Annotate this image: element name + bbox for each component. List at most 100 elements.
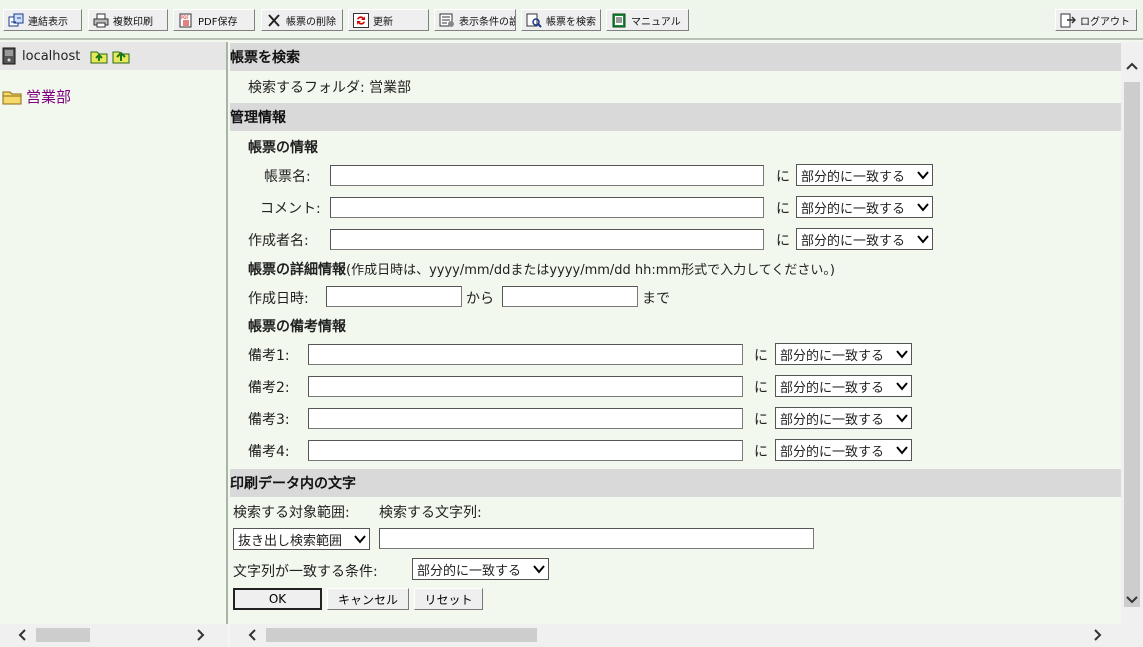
created-from-input[interactable] (326, 286, 462, 307)
display-settings-button[interactable]: 表示条件の設定 (434, 9, 516, 31)
search-range-select[interactable]: 抜き出し検索範囲 (233, 528, 370, 550)
detail-info-title: 帳票の詳細情報 (248, 262, 346, 278)
svg-text:PDF: PDF (181, 15, 189, 20)
ni-label: に (754, 444, 768, 460)
ni-label: に (754, 380, 768, 396)
chevron-down-icon (896, 350, 908, 359)
comment-match-select[interactable]: 部分的に一致する (796, 196, 933, 218)
remark1-label: 備考1: (248, 348, 290, 364)
server-name: localhost (22, 48, 81, 64)
search-section-header: 帳票を検索 (230, 43, 1121, 71)
remark4-label: 備考4: (248, 444, 290, 460)
remark1-match-select[interactable]: 部分的に一致する (775, 343, 912, 365)
remark3-label: 備考3: (248, 412, 290, 428)
right-horizontal-scroll-thumb[interactable] (266, 628, 537, 642)
delete-forms-button[interactable]: 帳票の削除 (261, 9, 343, 31)
search-form-pane: 帳票を検索 検索するフォルダ: 営業部 管理情報 帳票の情報 帳票名: に 部分… (230, 42, 1121, 624)
chevron-down-icon (896, 414, 908, 423)
scroll-right-arrow-icon[interactable] (193, 627, 209, 643)
created-date-label: 作成日時: (248, 291, 309, 307)
scroll-left-arrow-icon[interactable] (244, 627, 260, 643)
printer-icon (93, 13, 109, 28)
form-name-label: 帳票名: (264, 169, 311, 185)
refresh-button[interactable]: 更新 (348, 9, 429, 31)
management-section-header: 管理情報 (230, 103, 1121, 131)
remark3-match-select[interactable]: 部分的に一致する (775, 407, 912, 429)
ni-label: に (776, 233, 790, 249)
folder-item-sales[interactable]: 営業部 (2, 86, 71, 107)
pdf-save-button[interactable]: PDF PDF保存 (173, 9, 255, 31)
remark3-input[interactable] (308, 408, 743, 429)
logout-button[interactable]: ログアウト (1055, 9, 1137, 31)
remark2-label: 備考2: (248, 380, 290, 396)
chevron-down-icon (917, 235, 929, 244)
author-input[interactable] (330, 229, 764, 250)
search-string-input[interactable] (379, 528, 814, 549)
link-view-icon (8, 13, 24, 28)
print-text-section-header: 印刷データ内の文字 (230, 469, 1121, 497)
ni-label: に (776, 169, 790, 185)
ni-label: に (776, 201, 790, 217)
comment-input[interactable] (330, 197, 764, 218)
search-forms-icon (526, 13, 542, 28)
server-icon (2, 47, 16, 65)
remarks-info-title: 帳票の備考情報 (248, 319, 346, 335)
chevron-down-icon (896, 382, 908, 391)
detail-info-note: (作成日時は、yyyy/mm/ddまたはyyyy/mm/dd hh:mm形式で入… (346, 263, 835, 278)
vertical-scroll-thumb[interactable] (1124, 82, 1140, 607)
display-settings-icon (439, 13, 455, 28)
remark2-match-select[interactable]: 部分的に一致する (775, 375, 912, 397)
comment-label: コメント: (260, 201, 321, 217)
until-label: まで (642, 291, 670, 307)
ni-label: に (754, 412, 768, 428)
chevron-down-icon (896, 446, 908, 455)
form-info-title: 帳票の情報 (248, 140, 318, 156)
ni-label: に (754, 348, 768, 364)
folder-up-icon[interactable] (90, 47, 108, 65)
folder-icon (2, 91, 22, 104)
search-folder-label: 検索するフォルダ: 営業部 (248, 80, 412, 96)
detail-info-heading: 帳票の詳細情報(作成日時は、yyyy/mm/ddまたはyyyy/mm/dd hh… (248, 259, 835, 279)
cancel-button[interactable]: キャンセル (327, 588, 409, 610)
logout-icon (1060, 13, 1076, 28)
remark4-input[interactable] (308, 440, 743, 461)
remark2-input[interactable] (308, 376, 743, 397)
manual-book-icon (611, 13, 627, 28)
scroll-down-arrow-icon[interactable] (1124, 592, 1140, 608)
server-header: localhost (0, 42, 226, 70)
left-horizontal-scroll-thumb[interactable] (36, 628, 90, 642)
delete-x-icon (266, 13, 282, 28)
chevron-down-icon (917, 171, 929, 180)
pdf-icon: PDF (178, 13, 194, 28)
search-forms-button[interactable]: 帳票を検索 (521, 9, 601, 31)
ok-button[interactable]: OK (233, 588, 322, 610)
refresh-icon (353, 12, 369, 28)
search-string-label: 検索する文字列: (379, 505, 482, 521)
chevron-down-icon (917, 203, 929, 212)
remark1-input[interactable] (308, 344, 743, 365)
vertical-scrollbar[interactable] (1121, 42, 1143, 624)
folder-sync-icon[interactable] (112, 47, 130, 65)
chevron-down-icon (354, 535, 366, 544)
scroll-up-arrow-icon[interactable] (1124, 58, 1140, 74)
author-match-select[interactable]: 部分的に一致する (796, 228, 933, 250)
link-view-button[interactable]: 連結表示 (3, 9, 82, 31)
remark4-match-select[interactable]: 部分的に一致する (775, 439, 912, 461)
match-condition-label: 文字列が一致する条件: (233, 564, 378, 580)
scroll-left-arrow-icon[interactable] (14, 627, 30, 643)
chevron-down-icon (533, 565, 545, 574)
match-condition-select[interactable]: 部分的に一致する (412, 558, 549, 580)
reset-button[interactable]: リセット (414, 588, 483, 610)
from-label: から (466, 291, 494, 307)
multi-print-button[interactable]: 複数印刷 (88, 9, 168, 31)
left-horizontal-scrollbar[interactable] (0, 624, 228, 647)
form-name-input[interactable] (330, 165, 764, 186)
toolbar: 連結表示 複数印刷 PDF PDF保存 帳票の削除 更新 表示条件の設定 帳票 (0, 0, 1143, 40)
folder-tree-pane: localhost 営業部 (0, 42, 228, 624)
scroll-right-arrow-icon[interactable] (1090, 627, 1106, 643)
author-label: 作成者名: (248, 233, 309, 249)
manual-button[interactable]: マニュアル (606, 9, 689, 31)
right-horizontal-scrollbar[interactable] (230, 624, 1143, 647)
form-name-match-select[interactable]: 部分的に一致する (796, 164, 933, 186)
created-to-input[interactable] (502, 286, 638, 307)
